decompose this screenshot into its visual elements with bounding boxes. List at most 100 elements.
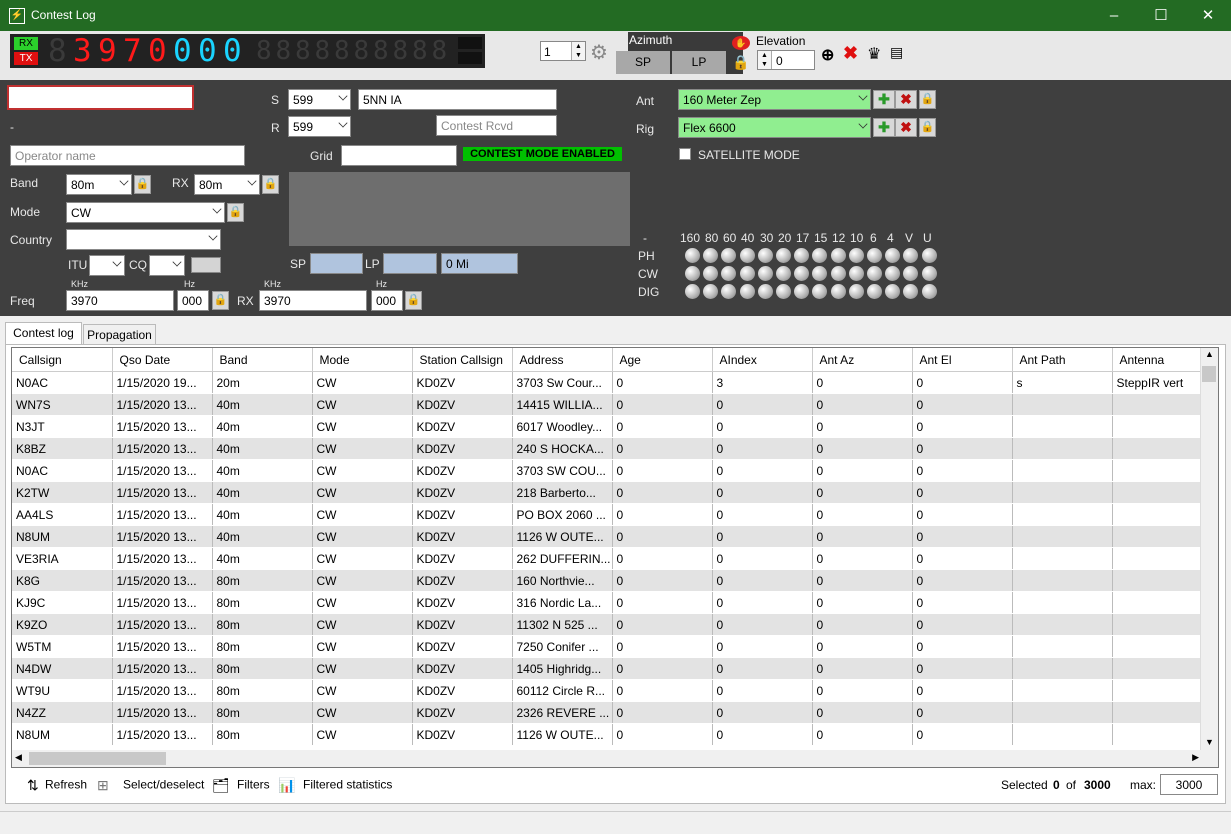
table-cell[interactable]	[1012, 437, 1113, 460]
table-cell[interactable]	[1012, 459, 1113, 482]
table-cell[interactable]: N0AC	[12, 459, 113, 482]
table-cell[interactable]: 218 Barberto...	[512, 481, 613, 504]
table-cell[interactable]	[1012, 701, 1113, 724]
table-cell[interactable]: CW	[312, 657, 413, 680]
main-frequency-digit[interactable]: 0	[148, 36, 167, 67]
table-cell[interactable]	[1012, 415, 1113, 438]
table-cell[interactable]: 0	[912, 657, 1013, 680]
table-row[interactable]: K8G 1/15/2020 13... 80m CW KD0ZV 160 Northvie…	[12, 569, 1203, 592]
sub-frequency-digit[interactable]: 8	[334, 36, 350, 66]
filters-button[interactable]: 🗂 Filters	[212, 777, 270, 794]
table-cell[interactable]: 3	[712, 371, 813, 394]
rx-indicator[interactable]: RX	[14, 37, 38, 50]
table-cell[interactable]: KD0ZV	[412, 701, 513, 724]
operator-name-input[interactable]: Operator name	[10, 145, 245, 166]
table-cell[interactable]: KD0ZV	[412, 503, 513, 526]
table-cell[interactable]: 0	[912, 613, 1013, 636]
table-cell[interactable]: 0	[912, 481, 1013, 504]
long-path-button[interactable]: LP	[672, 51, 726, 74]
table-cell[interactable]: 240 S HOCKA...	[512, 437, 613, 460]
table-cell[interactable]: 0	[712, 613, 813, 636]
stop-hand-icon[interactable]: ✋	[732, 36, 750, 50]
column-header[interactable]: Ant Path	[1012, 348, 1113, 372]
table-cell[interactable]	[1112, 613, 1203, 636]
table-cell[interactable]: 0	[712, 437, 813, 460]
table-row[interactable]: N0AC 1/15/2020 13... 40m CW KD0ZV 3703 SW COU…	[12, 459, 1203, 482]
crown-icon[interactable]: ♛	[867, 44, 881, 64]
table-cell[interactable]	[1112, 393, 1203, 416]
table-cell[interactable]: 1/15/2020 13...	[112, 393, 213, 416]
vertical-scroll-thumb[interactable]	[1202, 366, 1216, 382]
grid-input[interactable]	[341, 145, 457, 166]
table-cell[interactable]: 1126 W OUTE...	[512, 525, 613, 548]
sub-frequency-digit[interactable]: 8	[295, 36, 311, 66]
table-cell[interactable]	[1112, 635, 1203, 658]
delete-rig-icon[interactable]: ✖	[895, 118, 917, 137]
table-cell[interactable]: 0	[912, 525, 1013, 548]
table-cell[interactable]: 1/15/2020 13...	[112, 723, 213, 746]
itu-select[interactable]	[89, 255, 125, 276]
table-cell[interactable]: 0	[812, 437, 913, 460]
elevation-arrows-icon[interactable]: ▲ ▼	[758, 51, 772, 69]
table-cell[interactable]: 1/15/2020 13...	[112, 525, 213, 548]
table-cell[interactable]: 0	[612, 701, 713, 724]
table-cell[interactable]: 20m	[212, 371, 313, 394]
column-header[interactable]: Band	[212, 348, 313, 372]
table-cell[interactable]: 1/15/2020 13...	[112, 415, 213, 438]
table-row[interactable]: K2TW 1/15/2020 13... 40m CW KD0ZV 218 Barbert…	[12, 481, 1203, 504]
table-cell[interactable]: 0	[812, 371, 913, 394]
table-cell[interactable]: 0	[612, 371, 713, 394]
table-cell[interactable]: N8UM	[12, 723, 113, 746]
table-cell[interactable]: 80m	[212, 723, 313, 746]
table-cell[interactable]: 1/15/2020 13...	[112, 591, 213, 614]
table-row[interactable]: WT9U 1/15/2020 13... 80m CW KD0ZV 60112 Circl…	[12, 679, 1203, 702]
table-row[interactable]: N4DW 1/15/2020 13... 80m CW KD0ZV 1405 Highri…	[12, 657, 1203, 680]
table-cell[interactable]: 316 Nordic La...	[512, 591, 613, 614]
table-cell[interactable]: 1/15/2020 19...	[112, 371, 213, 394]
table-row[interactable]: W5TM 1/15/2020 13... 80m CW KD0ZV 7250 Conife…	[12, 635, 1203, 658]
table-cell[interactable]: 6017 Woodley...	[512, 415, 613, 438]
band-lock-icon[interactable]: 🔒	[134, 175, 151, 194]
table-cell[interactable]: 80m	[212, 569, 313, 592]
table-cell[interactable]: 262 DUFFERIN...	[512, 547, 613, 570]
table-cell[interactable]: KD0ZV	[412, 613, 513, 636]
column-header[interactable]: Antenna	[1112, 348, 1203, 372]
table-cell[interactable]: CW	[312, 437, 413, 460]
table-cell[interactable]: KJ9C	[12, 591, 113, 614]
table-cell[interactable]: KD0ZV	[412, 635, 513, 658]
table-cell[interactable]: CW	[312, 723, 413, 746]
table-cell[interactable]: 0	[812, 701, 913, 724]
table-cell[interactable]: 0	[812, 679, 913, 702]
table-cell[interactable]: 0	[912, 547, 1013, 570]
column-header[interactable]: Qso Date	[112, 348, 213, 372]
table-cell[interactable]: 0	[612, 481, 713, 504]
table-cell[interactable]: CW	[312, 415, 413, 438]
table-cell[interactable]: 3703 Sw Cour...	[512, 371, 613, 394]
table-row[interactable]: N0AC 1/15/2020 19... 20m CW KD0ZV 3703 Sw Cou…	[12, 371, 1203, 394]
table-cell[interactable]: 0	[812, 569, 913, 592]
table-cell[interactable]: 40m	[212, 393, 313, 416]
table-cell[interactable]: CW	[312, 525, 413, 548]
table-cell[interactable]: CW	[312, 503, 413, 526]
table-cell[interactable]	[1012, 679, 1113, 702]
table-cell[interactable]: KD0ZV	[412, 415, 513, 438]
column-header[interactable]: AIndex	[712, 348, 813, 372]
table-cell[interactable]: 1/15/2020 13...	[112, 635, 213, 658]
table-cell[interactable]: 80m	[212, 657, 313, 680]
sub-frequency-digit[interactable]: 8	[373, 36, 389, 66]
main-frequency-digit[interactable]: 0	[223, 36, 242, 67]
table-cell[interactable]: 0	[812, 503, 913, 526]
table-cell[interactable]: 0	[812, 591, 913, 614]
table-cell[interactable]: 40m	[212, 415, 313, 438]
table-cell[interactable]	[1012, 723, 1113, 746]
table-cell[interactable]: 0	[612, 547, 713, 570]
table-cell[interactable]	[1112, 657, 1203, 680]
rst-sent-select[interactable]: 599	[288, 89, 351, 110]
sub-frequency-digit[interactable]: 8	[412, 36, 428, 66]
main-frequency-digit[interactable]: 9	[98, 36, 117, 67]
table-cell[interactable]: KD0ZV	[412, 657, 513, 680]
table-row[interactable]: KJ9C 1/15/2020 13... 80m CW KD0ZV 316 Nordic …	[12, 591, 1203, 614]
main-frequency-digit[interactable]: 8	[48, 36, 67, 67]
table-cell[interactable]	[1112, 437, 1203, 460]
column-header[interactable]: Ant Az	[812, 348, 913, 372]
